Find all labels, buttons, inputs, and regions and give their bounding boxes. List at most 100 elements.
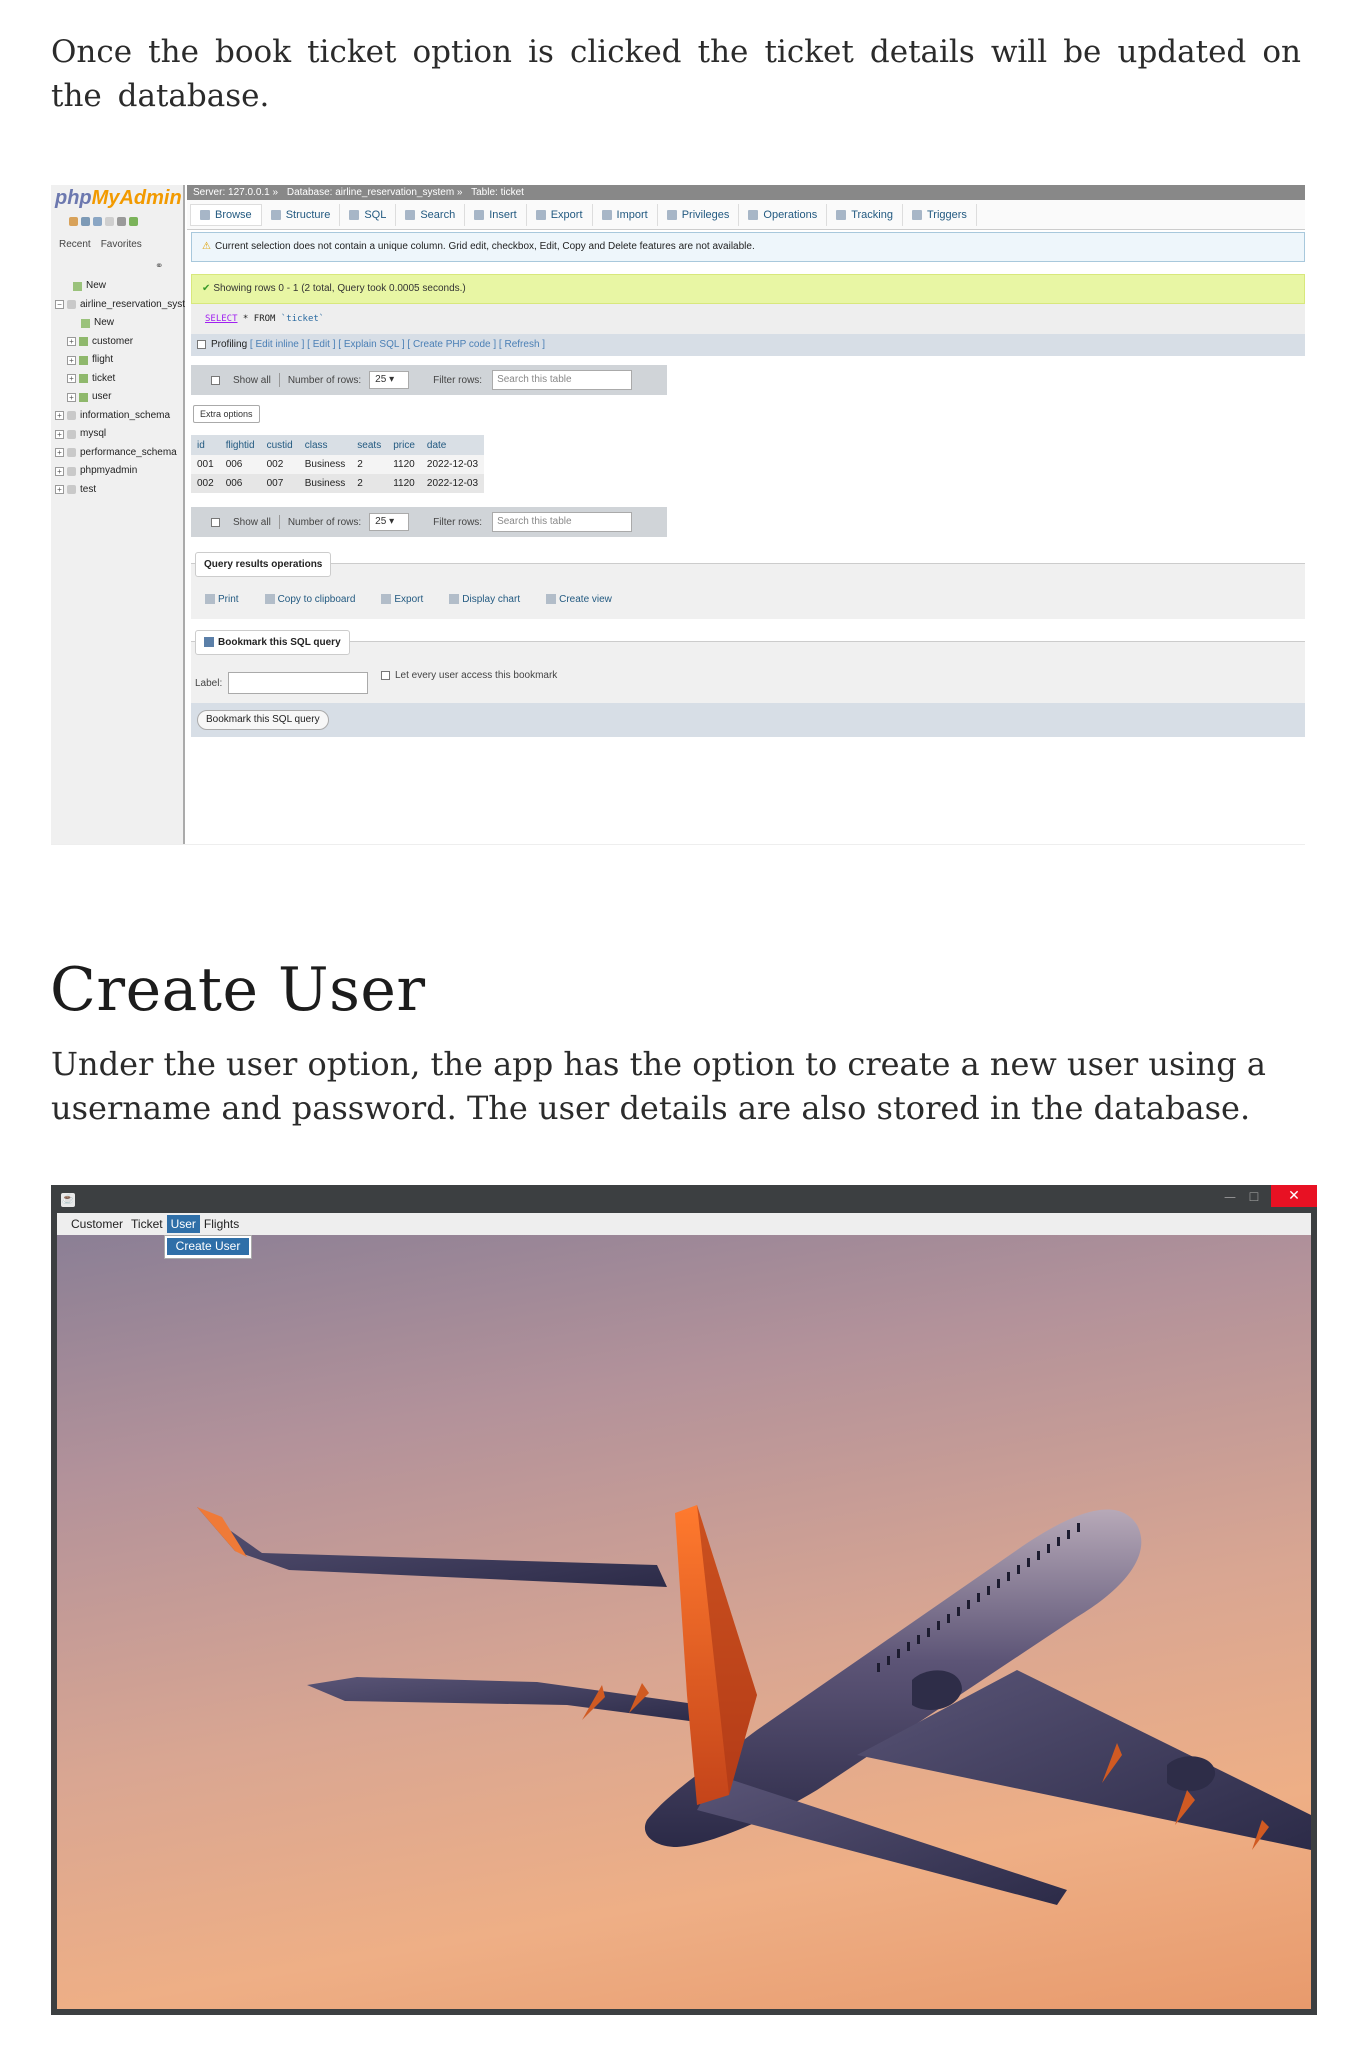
airplane-background — [57, 1235, 1311, 2009]
insert-icon — [474, 209, 485, 220]
tree-item[interactable]: + information_schema — [53, 407, 185, 426]
minimize-icon[interactable]: — — [1221, 1191, 1239, 1203]
expand-toggle[interactable]: + — [55, 429, 64, 439]
show-all-checkbox[interactable] — [211, 375, 220, 385]
tree-item[interactable]: New — [53, 314, 185, 333]
query-links[interactable]: [ Edit inline ] [ Edit ] [ Explain SQL ]… — [250, 339, 545, 350]
rows-select[interactable]: 25 ▾ — [369, 513, 410, 531]
phpmyadmin-screenshot: phpMyAdmin Recent Favorites ⚭ New − airlin… — [51, 185, 1305, 845]
tree-item[interactable]: + mysql — [53, 425, 185, 444]
tree-item[interactable]: + flight — [53, 351, 185, 370]
tab-tracking[interactable]: Tracking — [827, 203, 903, 226]
java-icon: ☕ — [61, 1193, 75, 1207]
column-header[interactable]: class — [298, 435, 352, 455]
database-icon — [67, 429, 76, 439]
tree-item-label: New — [86, 280, 107, 291]
table-header-row: id flightid custid class seats price date — [191, 435, 485, 455]
docs-icon[interactable] — [105, 217, 114, 226]
extra-options-button[interactable]: Extra options — [193, 405, 260, 423]
logout-icon[interactable] — [81, 217, 90, 226]
expand-toggle[interactable]: + — [55, 485, 64, 495]
expand-toggle[interactable]: + — [55, 466, 64, 476]
tab-structure[interactable]: Structure — [262, 203, 341, 226]
tab-browse[interactable]: Browse — [190, 203, 262, 226]
tree-item[interactable]: + customer — [53, 333, 185, 352]
tree-item[interactable]: + test — [53, 481, 185, 500]
query-op-export[interactable]: Export — [381, 594, 423, 605]
breadcrumb-table[interactable]: Table: ticket — [471, 187, 524, 198]
import-icon — [601, 209, 612, 220]
bookmark-query-button[interactable]: Bookmark this SQL query — [197, 710, 329, 730]
tree-item-label: flight — [92, 354, 114, 365]
maximize-icon[interactable]: ☐ — [1245, 1191, 1263, 1203]
database-icon — [67, 448, 76, 458]
show-all-checkbox[interactable] — [211, 517, 220, 527]
app-titlebar: ☕ — ☐ ✕ — [51, 1185, 1317, 1213]
tab-privileges[interactable]: Privileges — [658, 203, 740, 226]
tab-import[interactable]: Import — [593, 203, 658, 226]
tab-sql[interactable]: SQL — [340, 203, 397, 226]
filter-input[interactable]: Search this table — [492, 512, 633, 532]
bookmark-share-option: Let every user access this bookmark — [381, 670, 557, 681]
privileges-icon — [666, 209, 677, 220]
expand-toggle[interactable]: + — [67, 392, 76, 402]
query-op-create-view[interactable]: Create view — [546, 594, 612, 605]
query-op-display-chart[interactable]: Display chart — [449, 594, 520, 605]
expand-toggle[interactable]: + — [67, 355, 76, 365]
home-icon[interactable] — [69, 217, 78, 226]
query-op-copy-to-clipboard[interactable]: Copy to clipboard — [264, 594, 355, 605]
help-icon[interactable] — [93, 217, 102, 226]
column-header[interactable]: date — [420, 435, 485, 455]
tree-item[interactable]: New — [53, 277, 185, 296]
tab-insert[interactable]: Insert — [465, 203, 527, 226]
bookmark-share-checkbox[interactable] — [381, 670, 390, 680]
filter-input[interactable]: Search this table — [492, 370, 633, 390]
expand-toggle[interactable]: + — [55, 411, 64, 421]
tree-item[interactable]: + ticket — [53, 370, 185, 389]
profiling-bar: Profiling [ Edit inline ] [ Edit ] [ Exp… — [191, 334, 1305, 356]
link-icon[interactable]: ⚭ — [155, 261, 163, 272]
menu-user[interactable]: User — [166, 1215, 200, 1233]
settings-icon[interactable] — [117, 217, 126, 226]
menu-flights[interactable]: Flights — [200, 1215, 243, 1233]
menu-ticket[interactable]: Ticket — [127, 1215, 167, 1233]
menu-customer[interactable]: Customer — [67, 1215, 127, 1233]
column-header[interactable]: price — [387, 435, 421, 455]
breadcrumb-database[interactable]: Database: airline_reservation_system » — [287, 187, 463, 198]
tree-item[interactable]: + phpmyadmin — [53, 462, 185, 481]
tree-item[interactable]: + user — [53, 388, 185, 407]
tab-export[interactable]: Export — [527, 203, 593, 226]
tree-item[interactable]: − airline_reservation_system — [53, 296, 185, 315]
expand-toggle[interactable]: − — [55, 300, 64, 310]
expand-toggle[interactable]: + — [67, 374, 76, 384]
close-icon[interactable]: ✕ — [1271, 1185, 1317, 1207]
bookmark-label-input[interactable] — [228, 672, 369, 694]
column-header[interactable]: id — [191, 435, 220, 455]
profiling-checkbox[interactable] — [197, 339, 206, 349]
tab-triggers[interactable]: Triggers — [903, 203, 977, 226]
user-dropdown: Create User — [164, 1235, 252, 1259]
rows-select[interactable]: 25 ▾ — [369, 371, 410, 389]
breadcrumb-server[interactable]: Server: 127.0.0.1 » — [193, 187, 278, 198]
tree-item[interactable]: + performance_schema — [53, 444, 185, 463]
success-message: ✔ Showing rows 0 - 1 (2 total, Query took… — [191, 274, 1305, 304]
query-results-operations: Query results operations Print Copy to cl… — [191, 552, 1305, 619]
display-chart-icon — [449, 594, 460, 605]
sidebar-icons — [69, 217, 138, 226]
column-header[interactable]: flightid — [219, 435, 261, 455]
tab-favorites[interactable]: Favorites — [101, 239, 142, 250]
expand-toggle[interactable]: + — [55, 448, 64, 458]
table-cell: 006 — [219, 474, 261, 493]
tab-recent[interactable]: Recent — [59, 239, 91, 250]
tab-search[interactable]: Search — [396, 203, 466, 226]
reload-icon[interactable] — [129, 217, 138, 226]
query-op-print[interactable]: Print — [205, 594, 239, 605]
column-header[interactable]: seats — [351, 435, 388, 455]
new-icon — [73, 281, 82, 291]
table-icon — [79, 337, 88, 347]
tree-item-label: performance_schema — [80, 446, 177, 458]
menu-item-create-user[interactable]: Create User — [167, 1238, 249, 1255]
expand-toggle[interactable]: + — [67, 337, 76, 347]
column-header[interactable]: custid — [260, 435, 299, 455]
tab-operations[interactable]: Operations — [739, 203, 828, 226]
